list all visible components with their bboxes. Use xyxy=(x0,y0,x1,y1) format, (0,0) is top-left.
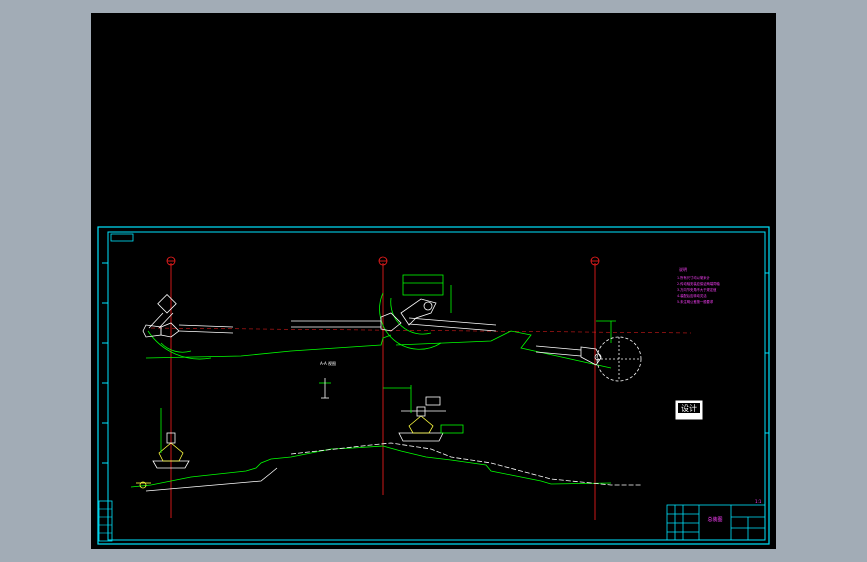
shaft-segment xyxy=(408,317,497,326)
drawing-frame xyxy=(97,226,770,545)
notes-block: 说明 1.所有尺寸均以毫米计 2.传动轴安装应保证两端同轴 3.万向节夹角不大于… xyxy=(677,266,720,304)
page-label: 1:1 xyxy=(755,499,762,504)
mount-cap xyxy=(425,396,441,406)
lower-shaft xyxy=(290,442,641,486)
mount-flange-mid xyxy=(398,432,444,442)
lower-shaft xyxy=(145,467,278,492)
shaft-segment xyxy=(535,345,582,351)
note-line-3: 3.万向节夹角不大于规定值 xyxy=(677,287,717,292)
dimension-box xyxy=(402,274,444,296)
mount-body-mid xyxy=(408,415,434,434)
yoke-left xyxy=(160,322,180,338)
notes-title: 说明 xyxy=(679,266,687,272)
mount-stem-mid xyxy=(416,406,426,417)
shaft-segment xyxy=(535,351,582,357)
frame-line xyxy=(145,334,392,359)
bearing-block xyxy=(157,293,177,314)
stamp-text: 设计 xyxy=(681,403,697,413)
shaft-segment xyxy=(408,323,497,332)
shaft-segment xyxy=(178,324,234,328)
shaft-segment xyxy=(178,330,234,334)
swing-arc-mid xyxy=(379,292,442,350)
approval-stamp: 设计 xyxy=(675,400,703,420)
centerlines xyxy=(150,256,692,520)
lever-pivot xyxy=(423,301,433,311)
swing-arc-left-inner xyxy=(160,342,192,353)
cad-drawing: 总装图 1:1 A-A 视图 说明 1.所有尺寸均以毫米计 2.传动轴安装应保证… xyxy=(97,226,770,545)
revision-table xyxy=(98,500,113,542)
note-line-5: 5.未注明公差按一般要求 xyxy=(677,299,714,304)
shaft-axis xyxy=(150,327,692,334)
corner-tag xyxy=(110,233,134,242)
lower-assembly xyxy=(130,378,641,492)
inner-border xyxy=(107,231,766,541)
note-line-4: 4.装配后应转动灵活 xyxy=(677,293,707,298)
universal-joint-left xyxy=(142,324,162,338)
note-line-1: 1.所有尺寸均以毫米计 xyxy=(677,275,711,280)
lower-profile xyxy=(130,445,384,488)
note-line-2: 2.传动轴安装应保证两端同轴 xyxy=(677,281,720,286)
outer-border xyxy=(97,226,770,545)
cad-viewport[interactable]: 总装图 1:1 A-A 视图 说明 1.所有尺寸均以毫米计 2.传动轴安装应保证… xyxy=(91,13,776,549)
dimension-box xyxy=(440,424,464,434)
sheet-label: 总装图 xyxy=(707,516,722,523)
lower-profile xyxy=(382,445,612,485)
view-label: A-A 视图 xyxy=(320,360,336,366)
